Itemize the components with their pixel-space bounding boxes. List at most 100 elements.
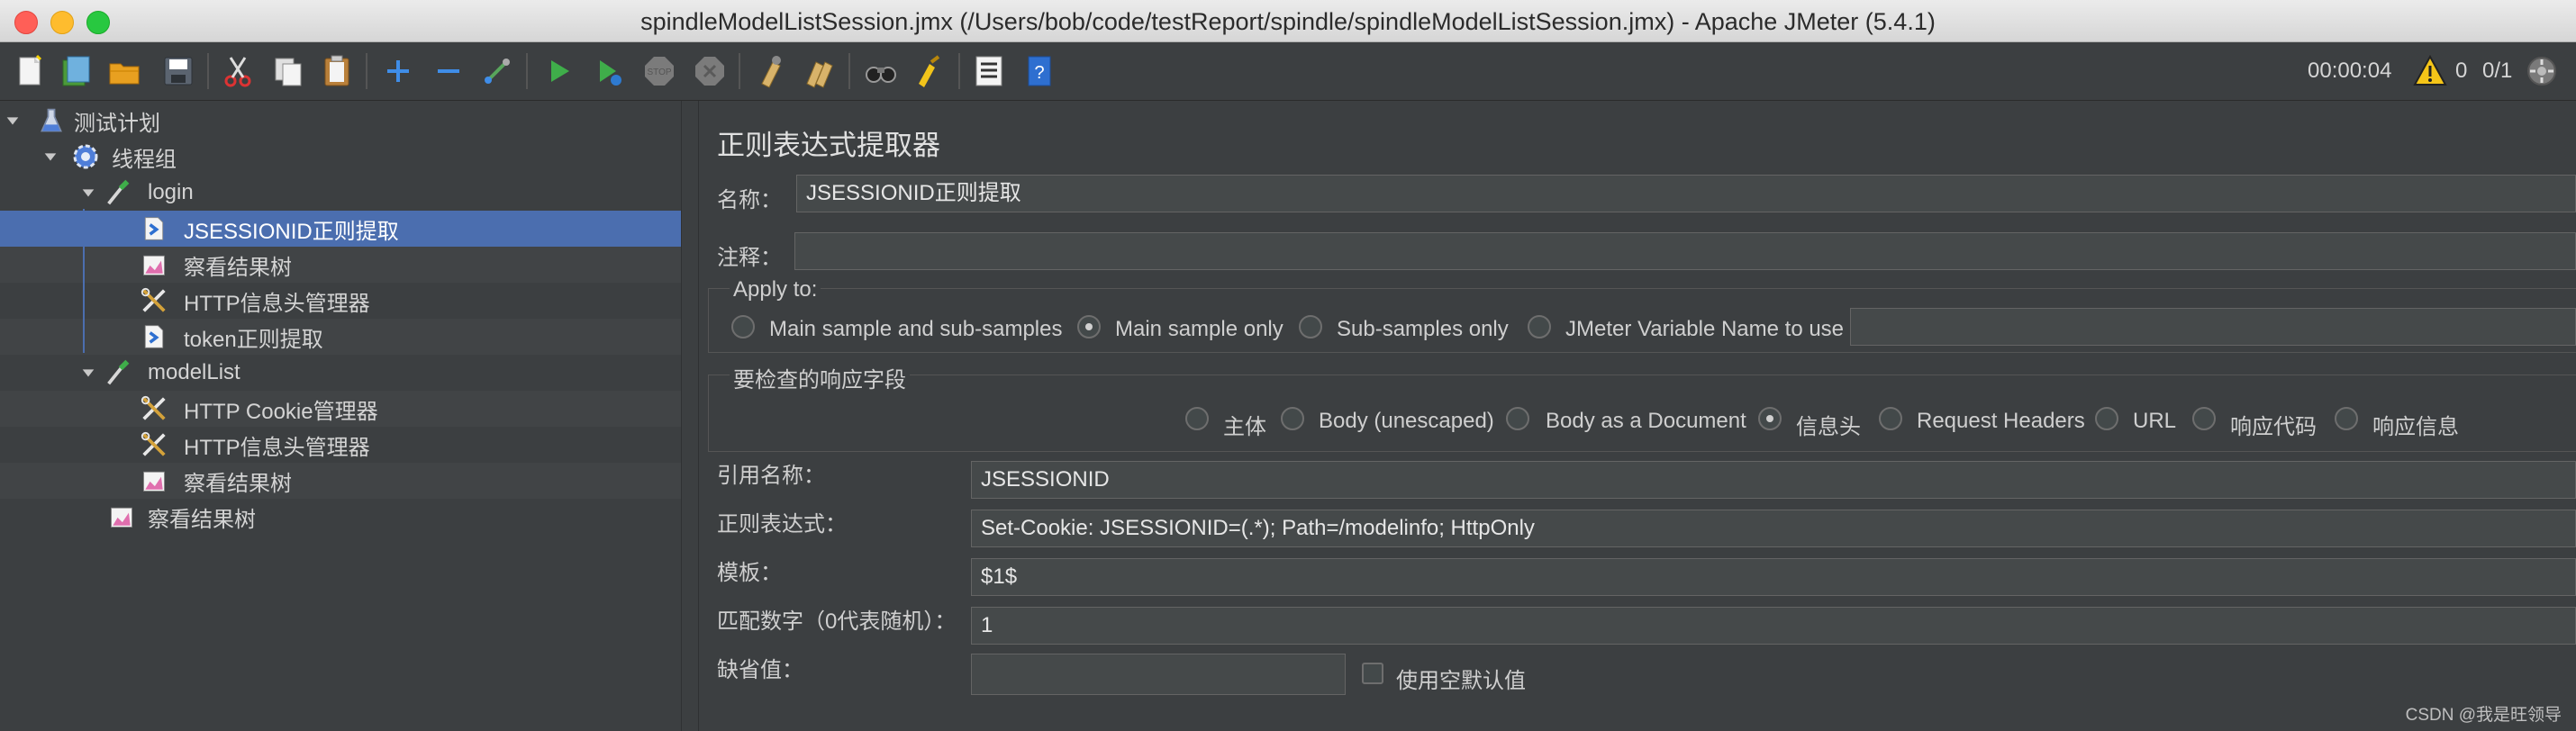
cut-icon[interactable] (218, 51, 258, 91)
stop-icon[interactable]: STOP (639, 51, 679, 91)
tree-item-http-header-manager-1[interactable]: HTTP信息头管理器 (0, 283, 681, 319)
save-icon[interactable] (159, 51, 198, 91)
radio-main-and-sub-samples[interactable] (731, 315, 755, 338)
expand-arrow-icon[interactable] (41, 148, 59, 166)
tree-item-view-results-tree-1[interactable]: 察看结果树 (0, 247, 681, 283)
radio-response-code-label: 响应代码 (2230, 415, 2317, 439)
radio-main-sample-only[interactable] (1077, 315, 1101, 338)
running-status-icon (2522, 51, 2562, 91)
extractor-icon (139, 213, 169, 244)
tree-item-label: login (148, 180, 194, 204)
start-no-pause-icon[interactable] (589, 51, 629, 91)
radio-response-message[interactable] (2335, 407, 2358, 430)
tree-item-view-results-tree-2[interactable]: 察看结果树 (0, 463, 681, 499)
tree-guide-line (83, 209, 85, 353)
tree-item-label: JSESSIONID正则提取 (184, 219, 399, 244)
radio-response-code[interactable] (2192, 407, 2216, 430)
template-field[interactable]: $1$ (971, 558, 2576, 596)
tree-item-login[interactable]: login (0, 175, 681, 211)
toggle-icon[interactable] (477, 51, 517, 91)
jmeter-variable-field[interactable] (1850, 308, 2576, 346)
tree-item-label: HTTP Cookie管理器 (184, 399, 378, 424)
expand-arrow-icon[interactable] (79, 184, 97, 202)
svg-text:?: ? (1034, 63, 1044, 83)
radio-request-headers[interactable] (1879, 407, 1902, 430)
radio-url-label: URL (2133, 409, 2177, 433)
expand-arrow-icon[interactable] (4, 112, 22, 130)
field-to-check-title: 要检查的响应字段 (730, 362, 910, 393)
clear-all-icon[interactable] (800, 51, 839, 91)
radio-body[interactable] (1185, 407, 1209, 430)
radio-jmeter-variable-label: JMeter Variable Name to use (1565, 317, 1845, 341)
collapse-icon[interactable] (429, 51, 468, 91)
tree-item-token-extractor[interactable]: token正则提取 (0, 319, 681, 355)
tree-item-label: 察看结果树 (184, 471, 292, 496)
radio-jmeter-variable[interactable] (1528, 315, 1551, 338)
function-helper-icon[interactable] (969, 51, 1009, 91)
config-tools-icon (139, 393, 169, 424)
listener-icon (139, 249, 169, 280)
svg-text:STOP: STOP (647, 68, 671, 77)
test-plan-tree: 测试计划 线程组 login JSESSIONID正则提取 察看结果树 HTTP信息头管理… (0, 101, 681, 731)
panel-heading: 正则表达式提取器 (717, 130, 940, 161)
comment-field[interactable] (794, 232, 2576, 270)
comment-label: 注释： (717, 246, 782, 270)
tree-item-http-cookie-manager[interactable]: HTTP Cookie管理器 (0, 391, 681, 427)
warning-icon[interactable] (2410, 51, 2450, 91)
use-empty-default-checkbox[interactable] (1362, 663, 1383, 684)
tree-item-label: 察看结果树 (148, 507, 256, 532)
radio-response-headers[interactable] (1758, 407, 1782, 430)
clear-icon[interactable] (751, 51, 791, 91)
pipette-icon (103, 177, 133, 208)
tree-item-test-plan[interactable]: 测试计划 (0, 103, 681, 139)
apply-to-title: Apply to: (730, 277, 821, 302)
tree-item-label: 察看结果树 (184, 255, 292, 280)
ref-name-label: 引用名称： (717, 464, 825, 488)
tree-item-http-header-manager-2[interactable]: HTTP信息头管理器 (0, 427, 681, 463)
flask-icon (36, 105, 67, 136)
elapsed-time: 00:00:04 (2308, 59, 2392, 83)
expand-arrow-icon[interactable] (79, 364, 97, 382)
radio-body-as-document[interactable] (1506, 407, 1529, 430)
regex-field[interactable]: Set-Cookie: JSESSIONID=(.*); Path=/model… (971, 510, 2576, 547)
help-icon[interactable]: ? (1020, 51, 1059, 91)
radio-request-headers-label: Request Headers (1917, 409, 2085, 433)
new-icon[interactable] (11, 51, 50, 91)
default-value-label: 缺省值： (717, 658, 803, 682)
tree-item-thread-group[interactable]: 线程组 (0, 139, 681, 175)
search-icon[interactable] (861, 51, 901, 91)
tree-item-jsessionid-extractor[interactable]: JSESSIONID正则提取 (0, 211, 681, 247)
reset-search-icon[interactable] (910, 51, 949, 91)
templates-icon[interactable] (56, 51, 95, 91)
default-value-field[interactable] (971, 654, 1346, 695)
tree-item-label: token正则提取 (184, 327, 323, 352)
template-label: 模板： (717, 561, 782, 585)
name-field[interactable]: JSESSIONID正则提取 (796, 175, 2576, 212)
radio-sub-samples-only-label: Sub-samples only (1337, 317, 1509, 341)
paste-icon[interactable] (317, 51, 357, 91)
radio-body-unescaped[interactable] (1281, 407, 1304, 430)
active-threads: 0/1 (2482, 59, 2513, 83)
tree-item-modellist[interactable]: modelList (0, 355, 681, 391)
radio-response-message-label: 响应信息 (2372, 415, 2459, 439)
config-tools-icon (139, 429, 169, 460)
match-no-field[interactable]: 1 (971, 607, 2576, 645)
radio-sub-samples-only[interactable] (1299, 315, 1322, 338)
title-bar: spindleModelListSession.jmx (/Users/bob/… (0, 0, 2576, 42)
name-label: 名称： (717, 188, 782, 212)
radio-main-sample-only-label: Main sample only (1115, 317, 1283, 341)
shutdown-icon[interactable] (690, 51, 730, 91)
pipette-icon (103, 357, 133, 388)
panel-splitter[interactable] (681, 101, 699, 731)
tree-item-view-results-tree-3[interactable]: 察看结果树 (0, 499, 681, 535)
radio-url[interactable] (2095, 407, 2118, 430)
regex-label: 正则表达式： (717, 512, 847, 537)
expand-icon[interactable] (378, 51, 418, 91)
copy-icon[interactable] (268, 51, 308, 91)
radio-body-as-document-label: Body as a Document (1546, 409, 1746, 433)
listener-icon (139, 465, 169, 496)
start-icon[interactable] (539, 51, 578, 91)
toolbar: STOP ? 00:00:04 0 0/1 (0, 42, 2576, 101)
ref-name-field[interactable]: JSESSIONID (971, 461, 2576, 499)
open-icon[interactable] (104, 51, 144, 91)
